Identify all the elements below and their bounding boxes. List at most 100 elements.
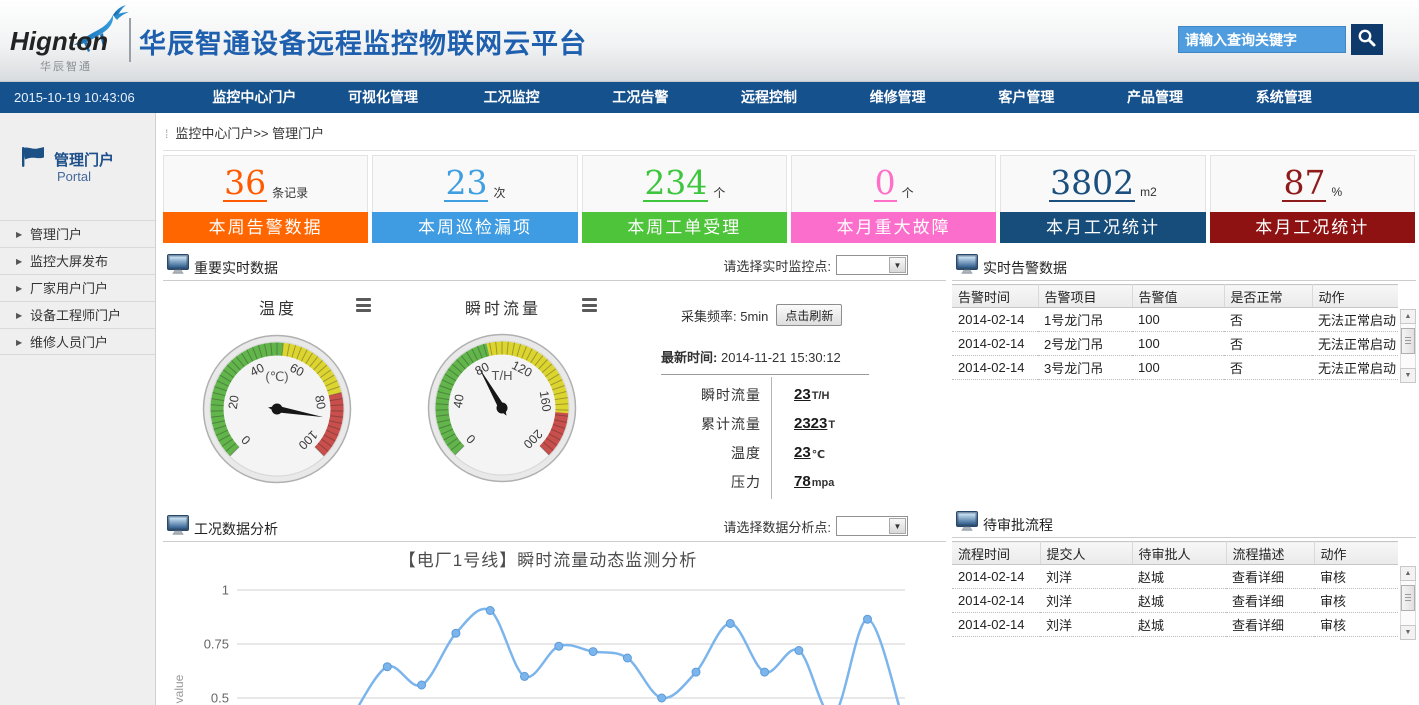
scroll-thumb[interactable] xyxy=(1401,585,1415,611)
sidebar-item-3[interactable]: ▶设备工程师门户 xyxy=(0,301,155,328)
stat-value-link[interactable]: 36 xyxy=(223,166,267,202)
scroll-track[interactable] xyxy=(1400,581,1416,625)
nav-item-5[interactable]: 维修管理 xyxy=(833,82,962,113)
svg-text:0.5: 0.5 xyxy=(211,691,229,705)
nav-item-8[interactable]: 系统管理 xyxy=(1219,82,1348,113)
stat-unit: 次 xyxy=(493,184,505,201)
chevron-down-icon[interactable]: ▼ xyxy=(889,257,906,273)
table-cell: 100 xyxy=(1132,332,1224,356)
logo-sub-text: 华辰智通 xyxy=(40,58,92,74)
chevron-down-icon[interactable]: ▼ xyxy=(889,518,906,534)
sidebar-item-label: 维修人员门户 xyxy=(30,335,108,350)
monitor-icon xyxy=(956,511,978,536)
logo: Hignton 华辰智通 xyxy=(10,6,132,76)
temperature-gauge-title: 温度 xyxy=(259,295,297,319)
action-cell[interactable]: 审核 xyxy=(1314,613,1398,637)
table-cell: 赵城 xyxy=(1132,589,1226,613)
svg-text:20: 20 xyxy=(226,394,242,410)
sidebar-item-0[interactable]: ▶管理门户 xyxy=(0,220,155,247)
svg-text:0.75: 0.75 xyxy=(204,637,229,652)
nav-item-1[interactable]: 可视化管理 xyxy=(319,82,448,113)
readings-list: 瞬时流量23T/H累计流量2323T温度23℃压力78mpa xyxy=(661,380,879,496)
table-cell: 否 xyxy=(1224,332,1312,356)
table-cell: 否 xyxy=(1224,356,1312,380)
column-header: 待审批人 xyxy=(1132,542,1226,565)
reading-row: 温度23℃ xyxy=(661,438,879,467)
nav-item-4[interactable]: 远程控制 xyxy=(705,82,834,113)
sidebar-item-label: 厂家用户门户 xyxy=(30,281,108,296)
stat-unit: % xyxy=(1331,185,1342,199)
reading-value-link[interactable]: 23 xyxy=(794,444,811,461)
reading-value-link[interactable]: 23 xyxy=(794,386,811,403)
table-row: 2014-02-143号龙门吊100否无法正常启动 xyxy=(952,356,1398,380)
search-input[interactable] xyxy=(1179,27,1345,52)
analysis-point-select[interactable]: ▼ xyxy=(836,516,908,536)
table-cell: 2014-02-14 xyxy=(952,356,1038,380)
stat-card-2: 234个本周工单受理 xyxy=(582,155,787,243)
scroll-track[interactable] xyxy=(1400,324,1416,368)
breadcrumb-separator xyxy=(163,150,1417,151)
stat-card-top: 36 条记录 xyxy=(163,155,368,212)
table-cell: 2014-02-14 xyxy=(952,565,1040,589)
nav-item-0[interactable]: 监控中心门户 xyxy=(190,82,319,113)
approval-table: 流程时间提交人待审批人流程描述动作 2014-02-14刘洋赵城查看详细审核201… xyxy=(952,541,1398,637)
reading-value-link[interactable]: 78 xyxy=(794,473,811,490)
table-header-row: 流程时间提交人待审批人流程描述动作 xyxy=(952,542,1398,565)
stat-unit: 个 xyxy=(713,184,725,201)
stat-value-link[interactable]: 23 xyxy=(444,166,488,202)
scroll-down-arrow[interactable]: ▼ xyxy=(1400,625,1416,640)
breadcrumb-icon: ⁞ xyxy=(165,127,168,141)
sidebar-item-1[interactable]: ▶监控大屏发布 xyxy=(0,247,155,274)
realtime-panel-header: 重要实时数据 请选择实时监控点: ▼ xyxy=(163,251,946,281)
collect-frequency-row: 采集频率: 5min 点击刷新 xyxy=(681,303,879,327)
reading-unit: mpa xyxy=(812,477,835,489)
stat-value-link[interactable]: 0 xyxy=(874,166,897,202)
action-cell[interactable]: 审核 xyxy=(1314,589,1398,613)
stats-row: 36条记录本周告警数据23次本周巡检漏项234个本周工单受理0个本月重大故障38… xyxy=(163,155,1415,243)
gauge-menu-icon[interactable] xyxy=(356,298,371,315)
stat-value-link[interactable]: 3802 xyxy=(1049,166,1135,202)
table-cell: 2014-02-14 xyxy=(952,308,1038,332)
reading-unit: T xyxy=(828,419,835,431)
sidebar-item-4[interactable]: ▶维修人员门户 xyxy=(0,328,155,355)
scroll-thumb[interactable] xyxy=(1401,328,1415,354)
table-cell: 3号龙门吊 xyxy=(1038,356,1132,380)
stat-card-4: 3802m2本月工况统计 xyxy=(1000,155,1205,243)
sidebar-item-label: 监控大屏发布 xyxy=(30,254,108,269)
scroll-up-arrow[interactable]: ▲ xyxy=(1400,566,1416,581)
table-row: 2014-02-14刘洋赵城查看详细审核 xyxy=(952,589,1398,613)
stat-value-link[interactable]: 87 xyxy=(1282,166,1326,202)
reading-label: 累计流量 xyxy=(661,414,761,434)
stat-card-top: 23 次 xyxy=(372,155,577,212)
monitor-icon xyxy=(167,254,189,279)
stat-value-link[interactable]: 234 xyxy=(643,166,708,202)
main-content: ⁞监控中心门户>> 管理门户 36条记录本周告警数据23次本周巡检漏项234个本… xyxy=(157,113,1419,705)
scroll-grip xyxy=(1405,337,1411,346)
realtime-point-select[interactable]: ▼ xyxy=(836,255,908,275)
portal-title: 管理门户 xyxy=(54,149,114,170)
reading-value-link[interactable]: 2323 xyxy=(794,415,827,432)
svg-text:1: 1 xyxy=(222,583,229,598)
scroll-up-arrow[interactable]: ▲ xyxy=(1400,309,1416,324)
portal-subtitle: Portal xyxy=(57,169,91,184)
scroll-down-arrow[interactable]: ▼ xyxy=(1400,368,1416,383)
table-cell: 2014-02-14 xyxy=(952,613,1040,637)
analysis-panel-header: 工况数据分析 请选择数据分析点: ▼ xyxy=(163,512,946,542)
refresh-button[interactable]: 点击刷新 xyxy=(776,304,842,326)
nav-item-7[interactable]: 产品管理 xyxy=(1091,82,1220,113)
gauge-menu-icon[interactable] xyxy=(582,298,597,315)
realtime-info: 采集频率: 5min 点击刷新 最新时间: 2014-11-21 15:30:1… xyxy=(661,303,879,496)
reading-unit: T/H xyxy=(812,390,830,402)
nav-item-3[interactable]: 工况告警 xyxy=(576,82,705,113)
stat-unit: 条记录 xyxy=(272,184,308,201)
stat-card-0: 36条记录本周告警数据 xyxy=(163,155,368,243)
search-button[interactable] xyxy=(1351,24,1383,55)
column-header: 是否正常 xyxy=(1224,285,1312,308)
sidebar-item-2[interactable]: ▶厂家用户门户 xyxy=(0,274,155,301)
search-icon xyxy=(1356,37,1378,52)
nav-item-2[interactable]: 工况监控 xyxy=(447,82,576,113)
nav-item-6[interactable]: 客户管理 xyxy=(962,82,1091,113)
flow-analysis-chart: 10.750.5value xyxy=(163,571,946,705)
action-cell[interactable]: 审核 xyxy=(1314,565,1398,589)
reading-row: 压力78mpa xyxy=(661,467,879,496)
